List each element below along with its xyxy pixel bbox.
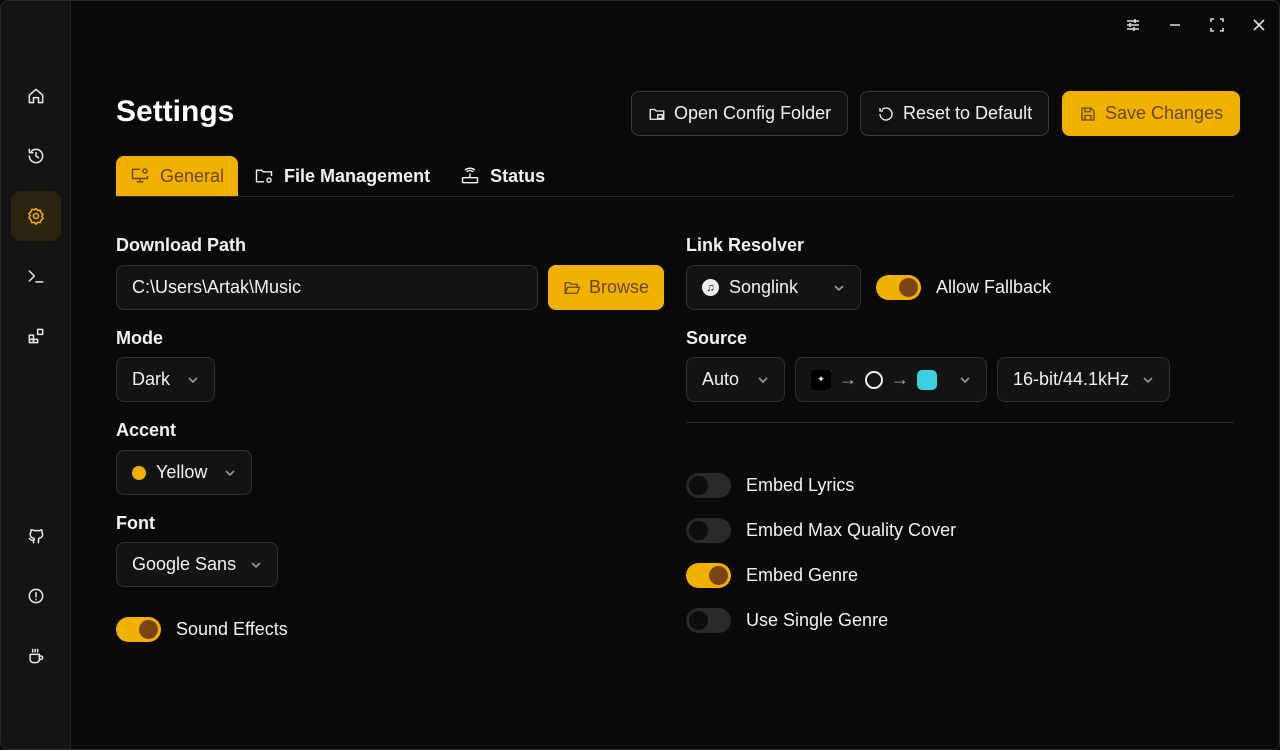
link-resolver-label: Link Resolver [686, 235, 805, 255]
songlink-icon: ♫ [702, 279, 719, 296]
title-bar [1123, 13, 1269, 37]
sound-effects-toggle[interactable] [116, 617, 161, 642]
apps-icon [28, 328, 44, 344]
sidebar-item-settings[interactable] [11, 191, 61, 241]
mode-select[interactable]: Dark [116, 357, 215, 402]
link-resolver-select[interactable]: ♫ Songlink [686, 265, 861, 310]
accent-select[interactable]: Yellow [116, 450, 252, 495]
sidebar-item-github[interactable] [11, 511, 61, 561]
save-label: Save Changes [1105, 103, 1224, 123]
router-icon [461, 167, 479, 184]
link-resolver-value: Songlink [729, 277, 799, 297]
sidebar-item-terminal[interactable] [11, 251, 61, 301]
folder-lock-icon [649, 108, 665, 120]
chevron-down-icon [834, 284, 844, 291]
download-path-label: Download Path [116, 235, 246, 255]
tab-label: File Management [284, 165, 431, 186]
folder-open-icon [564, 281, 581, 294]
home-icon [28, 88, 44, 104]
browse-label: Browse [589, 277, 650, 297]
embed-max-quality-cover-toggle[interactable] [686, 518, 731, 543]
sidebar-item-issues[interactable] [11, 571, 61, 621]
maximize-button[interactable] [1207, 13, 1227, 37]
embed-lyrics-toggle[interactable] [686, 473, 731, 498]
tab-general[interactable]: General [116, 156, 239, 196]
accent-value: Yellow [156, 462, 208, 482]
sliders-icon [1127, 19, 1139, 31]
accent-label: Accent [116, 420, 177, 440]
terminal-icon [28, 270, 44, 283]
download-path-input[interactable]: C:\Users\Artak\Music [116, 265, 538, 310]
embed-max-quality-cover-label: Embed Max Quality Cover [746, 520, 957, 540]
arrow-right-icon: → [891, 369, 909, 389]
chevron-down-icon [758, 376, 768, 383]
source-mode-value: Auto [702, 369, 740, 389]
source-chain-select[interactable]: ✦ → → [795, 357, 987, 402]
browse-button[interactable]: Browse [548, 265, 665, 310]
sidebar-item-support[interactable] [11, 631, 61, 681]
close-button[interactable] [1249, 13, 1269, 37]
tab-label: Status [490, 165, 546, 186]
save-changes-button[interactable]: Save Changes [1062, 91, 1241, 136]
minimize-icon [1170, 24, 1180, 26]
mode-value: Dark [132, 369, 171, 389]
embed-genre-toggle[interactable] [686, 563, 731, 588]
minimize-button[interactable] [1165, 13, 1185, 37]
app-window: Settings Open Config Folder Reset to Def… [0, 0, 1280, 750]
open-config-folder-button[interactable]: Open Config Folder [631, 91, 849, 136]
reset-label: Reset to Default [903, 103, 1033, 123]
use-single-genre-toggle[interactable] [686, 608, 731, 633]
preferences-button[interactable] [1123, 13, 1143, 37]
github-icon [28, 529, 44, 544]
sound-effects-label: Sound Effects [176, 619, 288, 639]
folder-gear-icon [255, 169, 273, 183]
alert-circle-icon [28, 588, 44, 604]
coffee-icon [29, 648, 44, 664]
history-icon [28, 148, 44, 164]
quality-select[interactable]: 16-bit/44.1kHz [997, 357, 1170, 402]
font-select[interactable]: Google Sans [116, 542, 278, 587]
sidebar-item-history[interactable] [11, 131, 61, 181]
allow-fallback-label: Allow Fallback [936, 277, 1052, 297]
qobuz-icon [865, 370, 883, 389]
sidebar [1, 1, 71, 749]
save-icon [1081, 106, 1095, 121]
chevron-down-icon [225, 469, 235, 476]
arrow-right-icon: → [839, 369, 857, 389]
chevron-down-icon [1143, 376, 1153, 383]
tidal-icon: ✦ [811, 369, 831, 390]
source-mode-select[interactable]: Auto [686, 357, 785, 402]
tab-file-management[interactable]: File Management [240, 156, 444, 196]
embed-lyrics-label: Embed Lyrics [746, 475, 855, 495]
download-path-value: C:\Users\Artak\Music [132, 277, 302, 297]
tab-label: General [160, 165, 225, 186]
tab-status[interactable]: Status [446, 156, 559, 196]
gear-icon [28, 207, 44, 226]
font-value: Google Sans [132, 554, 237, 574]
source-label: Source [686, 328, 748, 348]
mode-label: Mode [116, 328, 163, 348]
maximize-icon [1210, 18, 1224, 32]
use-single-genre-label: Use Single Genre [746, 610, 889, 630]
reset-to-default-button[interactable]: Reset to Default [860, 91, 1050, 136]
amazon-music-icon [917, 369, 937, 390]
open-config-label: Open Config Folder [674, 103, 832, 123]
chevron-down-icon [960, 376, 970, 383]
sidebar-item-home[interactable] [11, 71, 61, 121]
settings-tabs: General File Management Status [116, 156, 1234, 197]
sidebar-item-apps[interactable] [11, 311, 61, 361]
allow-fallback-toggle[interactable] [876, 275, 921, 300]
reset-icon [879, 106, 893, 121]
font-label: Font [116, 513, 155, 533]
chevron-down-icon [188, 376, 198, 383]
embed-genre-label: Embed Genre [746, 565, 859, 585]
quality-value: 16-bit/44.1kHz [1013, 369, 1130, 389]
accent-swatch [132, 465, 146, 480]
monitor-gear-icon [131, 168, 149, 183]
page-title: Settings [116, 95, 235, 128]
chevron-down-icon [251, 561, 261, 568]
divider [686, 422, 1234, 423]
close-icon [1253, 19, 1265, 31]
